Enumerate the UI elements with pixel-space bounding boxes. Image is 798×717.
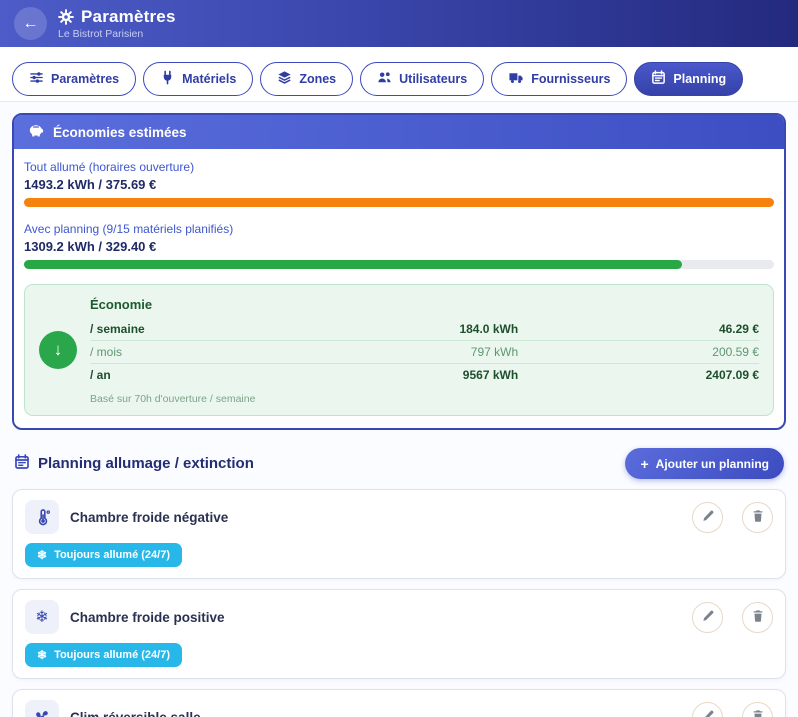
tab-label: Planning [673,72,726,86]
snowflake-icon: ❄ [37,648,47,662]
progress-track [24,198,774,207]
sliders-icon [29,70,44,88]
tab-materiels[interactable]: Matériels [143,62,253,96]
tab-planning[interactable]: Planning [634,62,743,96]
economy-euro: 46.29 € [518,322,759,336]
tab-zones[interactable]: Zones [260,62,353,96]
planning-card-chambre-froide-negative: Chambre froide négative ❄ Toujo [12,489,786,579]
badge-label: Toujours allumé (24/7) [54,549,170,561]
edit-button[interactable] [692,502,723,533]
arrow-down-icon: ↓ [39,331,77,369]
trash-icon [751,709,765,717]
delete-button[interactable] [742,702,773,717]
fan-icon [25,700,59,717]
planning-card-clim-reversible-salle: Clim réversible salle Mar 12:00 → 14: [12,689,786,717]
piggy-bank-icon [27,123,44,141]
economy-row-year: / an 9567 kWh 2407.09 € [90,363,759,386]
layers-icon [277,70,292,88]
economy-row-week: / semaine 184.0 kWh 46.29 € [90,318,759,340]
page-title: Paramètres [81,7,176,27]
snowflake-icon: ❄ [25,600,59,634]
planning-section-header: Planning allumage / extinction + Ajouter… [14,448,784,479]
savings-panel: Économies estimées Tout allumé (horaires… [12,113,786,430]
snowflake-icon: ❄ [37,548,47,562]
always-on-badge: ❄ Toujours allumé (24/7) [25,543,182,567]
planning-card-chambre-froide-positive: ❄ Chambre froide positive ❄ [12,589,786,679]
tab-label: Paramètres [51,72,119,86]
planning-section-title-wrap: Planning allumage / extinction [14,454,254,474]
planning-section-title: Planning allumage / extinction [38,455,254,472]
badge-label: Toujours allumé (24/7) [54,649,170,661]
plug-icon [160,70,175,88]
economy-period: / semaine [90,322,264,336]
equipment-name: Chambre froide positive [70,610,673,625]
savings-panel-title: Économies estimées [53,125,187,140]
thermometer-icon [25,500,59,534]
pencil-icon [701,509,715,526]
economy-period: / an [90,368,264,382]
economy-euro: 2407.09 € [518,368,759,382]
add-planning-label: Ajouter un planning [656,457,769,471]
arrow-left-icon: ← [23,15,39,33]
calendar-icon [14,454,30,474]
meter-all-on-label: Tout allumé (horaires ouverture) [24,160,774,174]
equipment-name: Clim réversible salle [70,710,673,717]
savings-panel-header: Économies estimées [14,115,784,149]
economy-table: Économie / semaine 184.0 kWh 46.29 € / m… [90,295,759,405]
main-content: Économies estimées Tout allumé (horaires… [0,102,798,717]
edit-button[interactable] [692,702,723,717]
tab-label: Matériels [182,72,236,86]
gear-icon [58,9,74,25]
economy-kwh: 797 kWh [264,345,518,359]
edit-button[interactable] [692,602,723,633]
bar-with-planning-fill [24,260,682,269]
delete-button[interactable] [742,602,773,633]
users-icon [377,70,392,88]
bar-all-on-fill [24,198,774,207]
meter-all-on: Tout allumé (horaires ouverture) 1493.2 … [24,160,774,207]
restaurant-name: Le Bistrot Parisien [58,28,176,40]
economy-kwh: 9567 kWh [264,368,518,382]
tab-label: Zones [299,72,336,86]
tab-label: Utilisateurs [399,72,467,86]
equipment-name: Chambre froide négative [70,510,673,525]
economy-euro: 200.59 € [518,345,759,359]
tab-label: Fournisseurs [531,72,610,86]
economy-note: Basé sur 70h d'ouverture / semaine [90,386,759,405]
app-header: ← Paramètres Le Bistrot Parisien [0,0,798,47]
tab-fournisseurs[interactable]: Fournisseurs [491,62,627,96]
truck-icon [508,70,524,88]
calendar-icon [651,70,666,88]
meter-with-planning-label: Avec planning (9/15 matériels planifiés) [24,222,774,236]
meter-with-planning: Avec planning (9/15 matériels planifiés)… [24,222,774,269]
tab-utilisateurs[interactable]: Utilisateurs [360,62,484,96]
economy-summary: ↓ Économie / semaine 184.0 kWh 46.29 € /… [24,284,774,416]
tab-bar: Paramètres Matériels Zones [0,47,798,102]
trash-icon [751,609,765,626]
back-button[interactable]: ← [14,7,47,40]
economy-title: Économie [90,295,759,318]
add-planning-button[interactable]: + Ajouter un planning [625,448,784,479]
economy-period: / mois [90,345,264,359]
trash-icon [751,509,765,526]
economy-kwh: 184.0 kWh [264,322,518,336]
meter-with-planning-value: 1309.2 kWh / 329.40 € [24,239,774,254]
pencil-icon [701,609,715,626]
progress-track [24,260,774,269]
meter-all-on-value: 1493.2 kWh / 375.69 € [24,177,774,192]
always-on-badge: ❄ Toujours allumé (24/7) [25,643,182,667]
tab-parametres[interactable]: Paramètres [12,62,136,96]
delete-button[interactable] [742,502,773,533]
pencil-icon [701,709,715,717]
economy-row-month: / mois 797 kWh 200.59 € [90,340,759,363]
plus-icon: + [640,457,648,471]
